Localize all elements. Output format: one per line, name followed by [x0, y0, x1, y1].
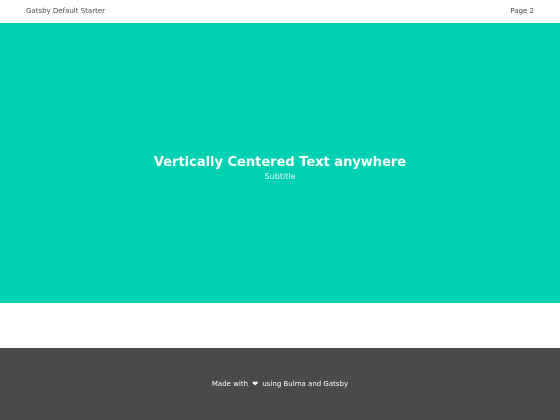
- footer-text: Made with ❤ using Bulma and Gatsby: [212, 380, 348, 389]
- page: Gatsby Default Starter Page 2 Vertically…: [0, 0, 560, 420]
- footer-prefix: Made with: [211, 379, 249, 388]
- hero-body: Vertically Centered Text anywhere Subtit…: [154, 155, 406, 182]
- hero-section: Vertically Centered Text anywhere Subtit…: [0, 23, 560, 303]
- footer: Made with ❤ using Bulma and Gatsby: [0, 348, 560, 420]
- hero-title: Vertically Centered Text anywhere: [153, 155, 407, 170]
- heart-icon: ❤: [252, 379, 259, 388]
- brand-link[interactable]: Gatsby Default Starter: [26, 7, 105, 16]
- footer-suffix: using Bulma and Gatsby: [262, 379, 349, 388]
- page-2-link[interactable]: Page 2: [510, 7, 534, 16]
- navbar: Gatsby Default Starter Page 2: [0, 0, 560, 23]
- hero-subtitle: Subtitle: [264, 172, 296, 181]
